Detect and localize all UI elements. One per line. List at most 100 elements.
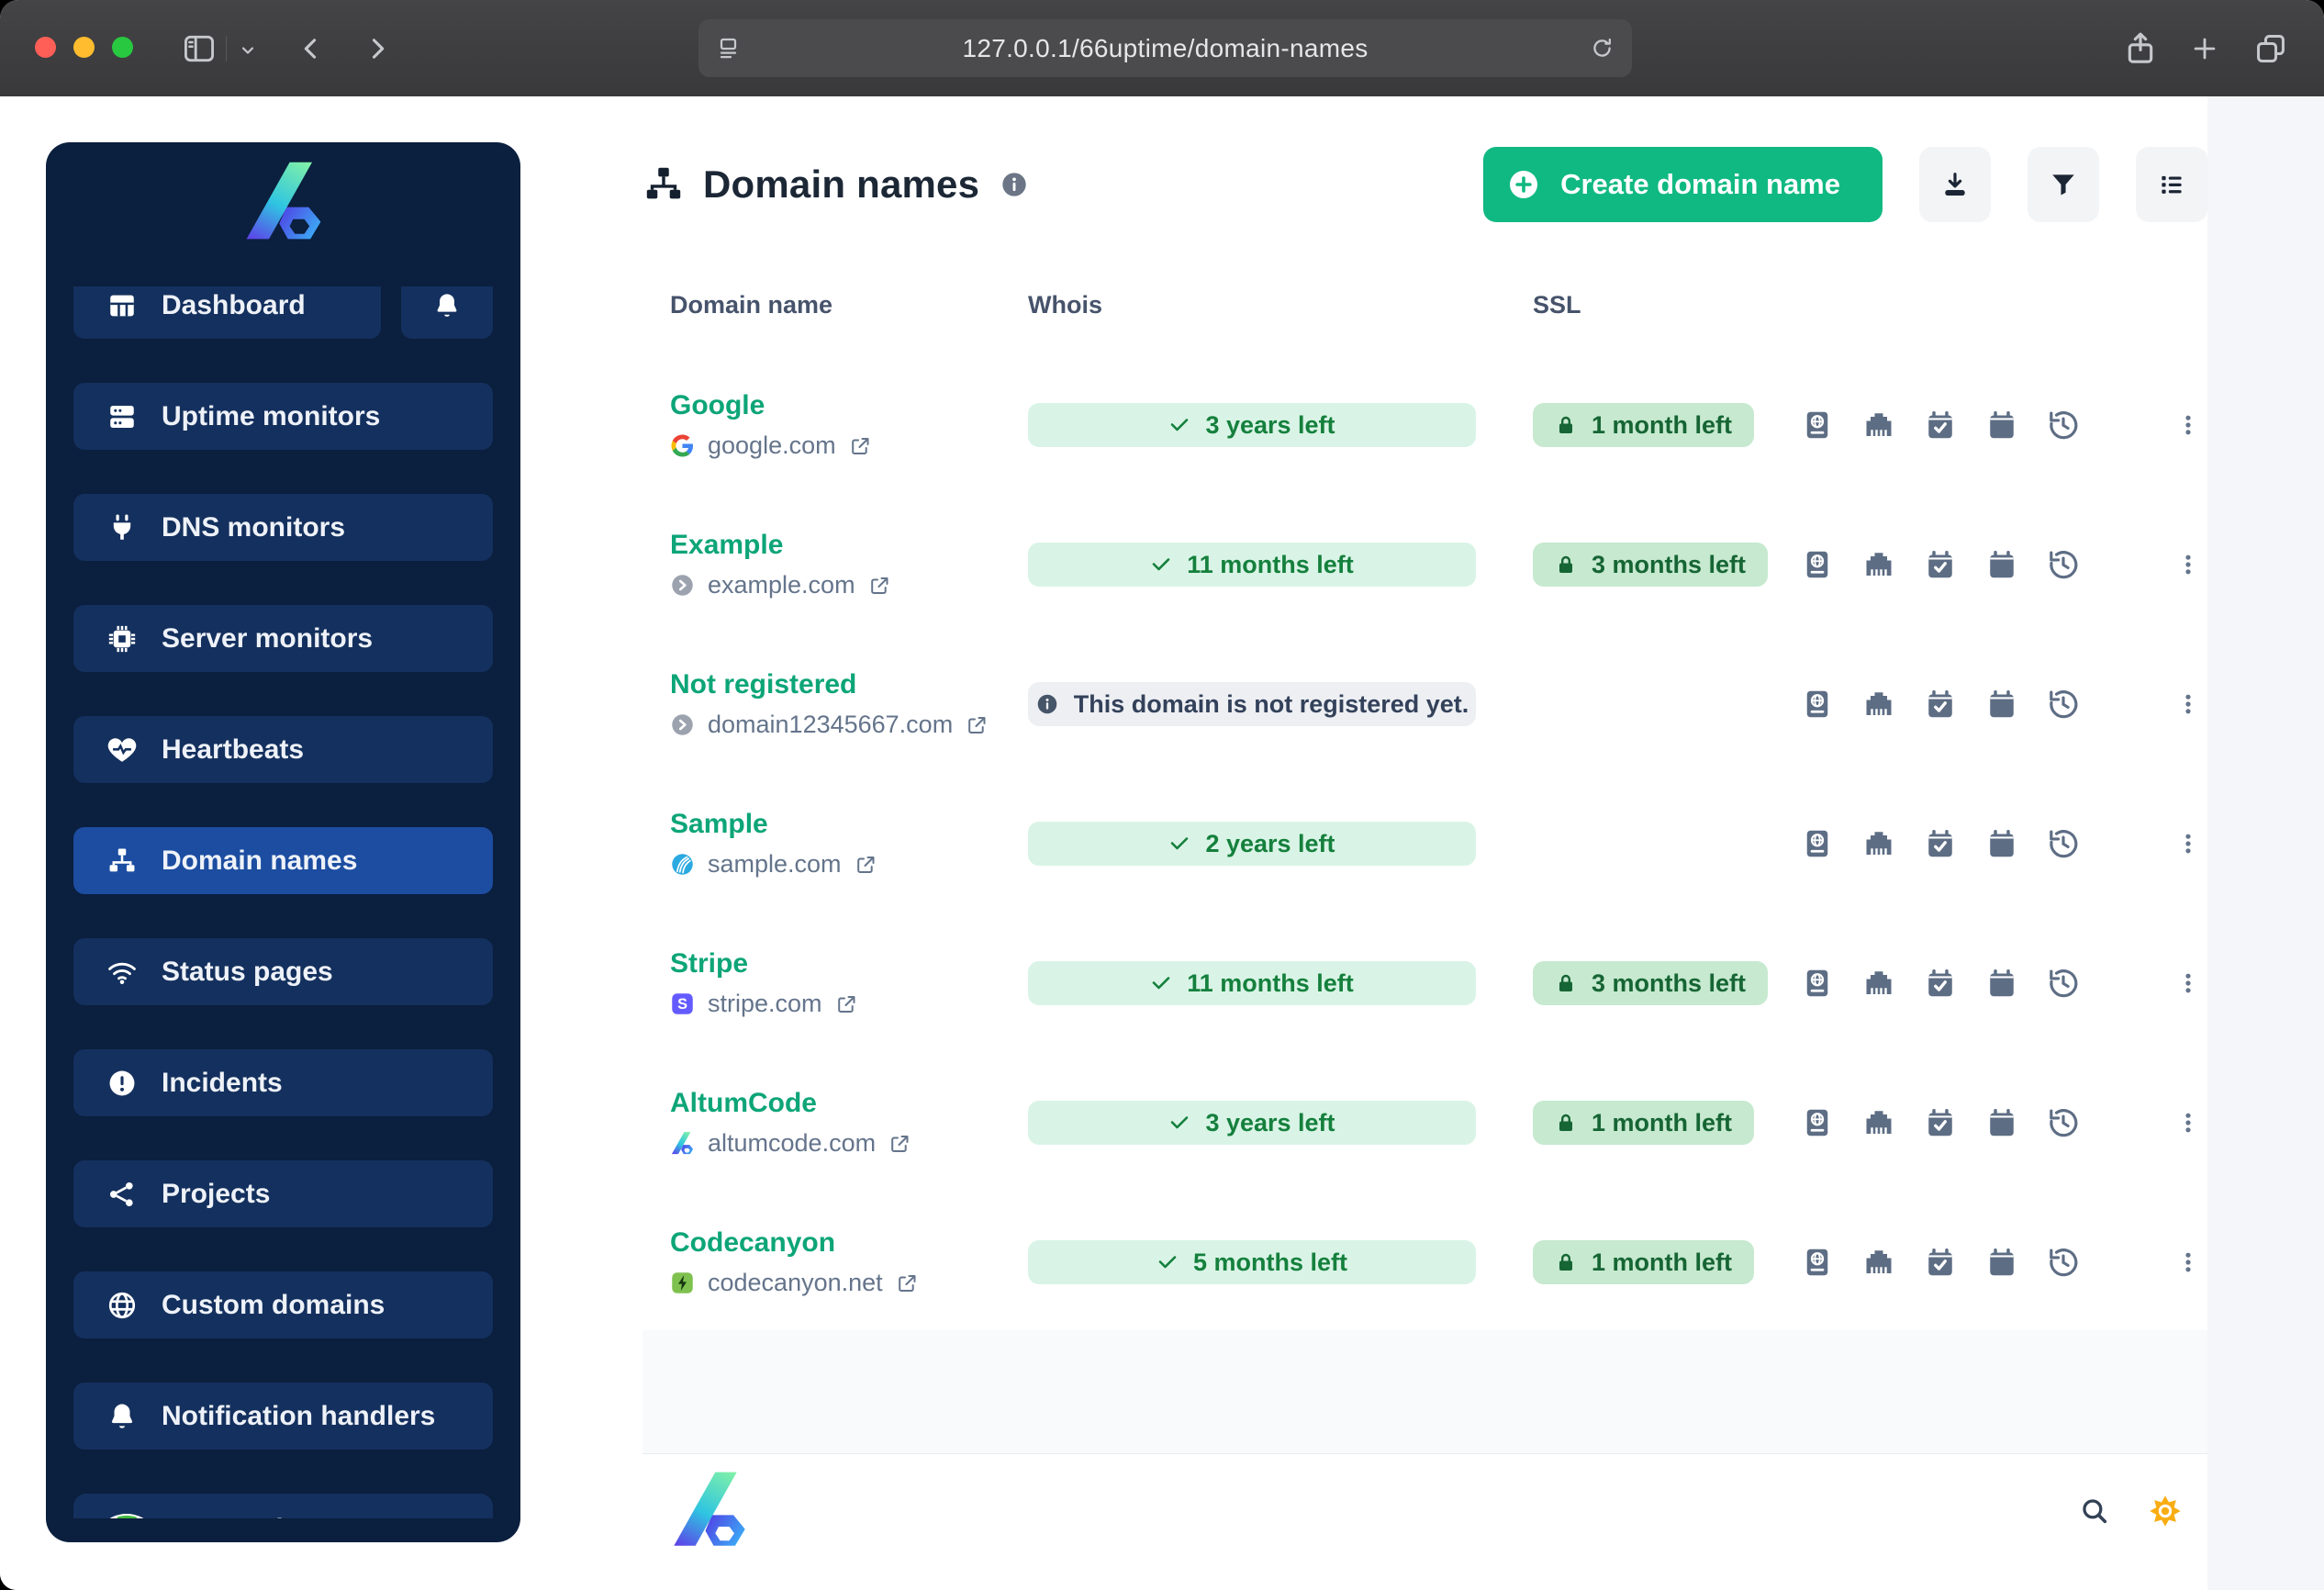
row-menu-icon[interactable] <box>2176 832 2200 856</box>
external-link-icon[interactable] <box>855 854 877 876</box>
row-menu-icon[interactable] <box>2176 413 2200 437</box>
sidebar-item-incidents[interactable]: Incidents <box>73 1049 493 1116</box>
share-icon[interactable] <box>2122 30 2159 67</box>
minimize-window-button[interactable] <box>73 37 95 58</box>
export-button[interactable] <box>1919 147 1991 222</box>
history-icon[interactable] <box>2047 827 2080 860</box>
calendar-check-icon[interactable] <box>1924 688 1957 721</box>
history-icon[interactable] <box>2047 548 2080 581</box>
domain-title[interactable]: Example <box>670 530 1028 561</box>
create-domain-button[interactable]: Create domain name <box>1483 147 1883 222</box>
user-card[interactable]: Example sample@example.com <box>73 1494 493 1518</box>
calendar-check-icon[interactable] <box>1924 967 1957 1000</box>
row-actions <box>1801 1106 2080 1139</box>
filter-button[interactable] <box>2028 147 2099 222</box>
calendar-check-icon[interactable] <box>1924 409 1957 442</box>
external-link-icon[interactable] <box>849 435 871 457</box>
dns-records-icon[interactable] <box>1862 827 1895 860</box>
calendar-icon[interactable] <box>1985 409 2018 442</box>
domain-title[interactable]: Stripe <box>670 948 1028 980</box>
zoom-window-button[interactable] <box>112 37 133 58</box>
calendar-icon[interactable] <box>1985 1106 2018 1139</box>
notifications-button[interactable] <box>401 286 493 339</box>
sidebar-item-server-monitors[interactable]: Server monitors <box>73 605 493 672</box>
info-icon[interactable] <box>1000 170 1029 199</box>
sidebar-item-dashboard[interactable]: Dashboard <box>73 286 381 339</box>
dns-records-icon[interactable] <box>1862 688 1895 721</box>
close-window-button[interactable] <box>35 37 56 58</box>
footer-logo <box>668 1469 751 1551</box>
whois-lookup-icon[interactable] <box>1801 409 1834 442</box>
sidebar-item-label: DNS monitors <box>162 511 346 543</box>
new-tab-icon[interactable] <box>2189 33 2220 64</box>
refresh-icon[interactable] <box>1589 35 1615 62</box>
sidebar-item-label: Domain names <box>162 845 358 876</box>
calendar-icon[interactable] <box>1985 967 2018 1000</box>
history-icon[interactable] <box>2047 1106 2080 1139</box>
sidebar-item-domain-names[interactable]: Domain names <box>73 827 493 894</box>
sidebar-item-custom-domains[interactable]: Custom domains <box>73 1271 493 1338</box>
row-menu-icon[interactable] <box>2176 553 2200 577</box>
dns-records-icon[interactable] <box>1862 409 1895 442</box>
dns-records-icon[interactable] <box>1862 967 1895 1000</box>
back-button[interactable] <box>296 33 327 64</box>
history-icon[interactable] <box>2047 967 2080 1000</box>
calendar-icon[interactable] <box>1985 548 2018 581</box>
theme-toggle-sun-icon[interactable] <box>2147 1493 2184 1529</box>
history-icon[interactable] <box>2047 409 2080 442</box>
whois-lookup-icon[interactable] <box>1801 548 1834 581</box>
sidebar-item-uptime-monitors[interactable]: Uptime monitors <box>73 383 493 450</box>
whois-lookup-icon[interactable] <box>1801 1246 1834 1279</box>
row-menu-icon[interactable] <box>2176 692 2200 716</box>
sidebar-item-notification-handlers[interactable]: Notification handlers <box>73 1383 493 1450</box>
dns-records-icon[interactable] <box>1862 1246 1895 1279</box>
row-menu-icon[interactable] <box>2176 971 2200 995</box>
chevron-down-icon[interactable] <box>237 39 259 62</box>
external-link-icon[interactable] <box>868 575 890 597</box>
calendar-check-icon[interactable] <box>1924 1246 1957 1279</box>
ssl-badge-label: 1 month left <box>1592 1248 1732 1276</box>
calendar-check-icon[interactable] <box>1924 827 1957 860</box>
favicon <box>670 991 695 1016</box>
sidebar-item-label: Dashboard <box>162 289 306 320</box>
whois-lookup-icon[interactable] <box>1801 1106 1834 1139</box>
forward-button[interactable] <box>362 33 393 64</box>
domain-title[interactable]: Google <box>670 390 1028 421</box>
whois-lookup-icon[interactable] <box>1801 967 1834 1000</box>
tab-overview-icon[interactable] <box>2253 31 2288 66</box>
sidebar-item-heartbeats[interactable]: Heartbeats <box>73 716 493 783</box>
search-icon[interactable] <box>2079 1495 2110 1527</box>
table-row: Codecanyon codecanyon.net 5 months left … <box>670 1192 2204 1332</box>
history-icon[interactable] <box>2047 1246 2080 1279</box>
external-link-icon[interactable] <box>896 1272 918 1294</box>
url-text[interactable]: 127.0.0.1/66uptime/domain-names <box>698 19 1632 77</box>
external-link-icon[interactable] <box>835 993 857 1015</box>
external-link-icon[interactable] <box>966 714 988 736</box>
table-row: Google google.com 3 years left 1 month l… <box>670 355 2204 495</box>
sidebar-item-dns-monitors[interactable]: DNS monitors <box>73 494 493 561</box>
domain-title[interactable]: Sample <box>670 809 1028 840</box>
whois-badge: 3 years left <box>1028 1101 1476 1145</box>
row-menu-icon[interactable] <box>2176 1111 2200 1135</box>
dns-records-icon[interactable] <box>1862 548 1895 581</box>
whois-lookup-icon[interactable] <box>1801 688 1834 721</box>
column-domain-name: Domain name <box>670 291 833 319</box>
sidebar-toggle-icon[interactable] <box>182 31 217 66</box>
calendar-check-icon[interactable] <box>1924 1106 1957 1139</box>
dns-records-icon[interactable] <box>1862 1106 1895 1139</box>
domain-title[interactable]: Not registered <box>670 669 1028 700</box>
whois-lookup-icon[interactable] <box>1801 827 1834 860</box>
calendar-icon[interactable] <box>1985 1246 2018 1279</box>
view-options-button[interactable] <box>2136 147 2207 222</box>
calendar-icon[interactable] <box>1985 688 2018 721</box>
calendar-icon[interactable] <box>1985 827 2018 860</box>
domain-title[interactable]: Codecanyon <box>670 1227 1028 1259</box>
row-menu-icon[interactable] <box>2176 1250 2200 1274</box>
calendar-check-icon[interactable] <box>1924 548 1957 581</box>
history-icon[interactable] <box>2047 688 2080 721</box>
domain-title[interactable]: AltumCode <box>670 1088 1028 1119</box>
sidebar-item-status-pages[interactable]: Status pages <box>73 938 493 1005</box>
sidebar-item-projects[interactable]: Projects <box>73 1160 493 1227</box>
external-link-icon[interactable] <box>888 1133 911 1155</box>
address-bar[interactable]: 127.0.0.1/66uptime/domain-names <box>698 19 1632 77</box>
